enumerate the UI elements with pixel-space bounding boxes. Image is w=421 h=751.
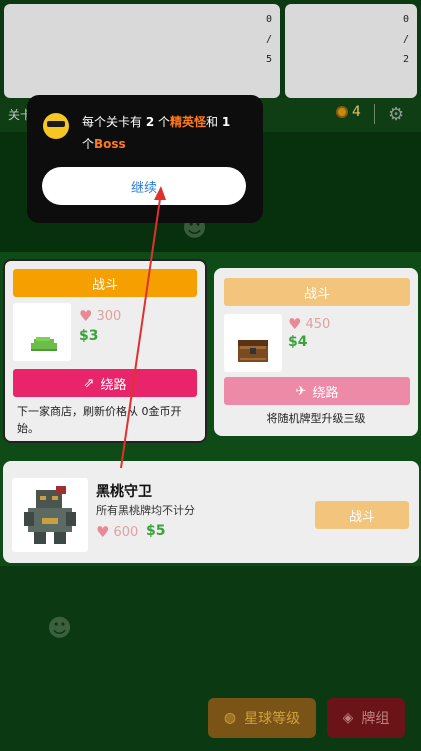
detour-button[interactable]: ⇗ 绕路 — [13, 369, 197, 397]
event-card-shop: 战斗 ♥ 300 $3 ⇗ 绕路 下一家商店，刷新价格从 0金币开始。 — [3, 259, 207, 443]
tutorial-message: 每个关卡有 2 个精英怪和 1 个Boss — [82, 115, 231, 151]
detour-label: 绕路 — [100, 377, 127, 393]
coin-counter: 4 — [336, 104, 361, 120]
gear-icon[interactable]: ⚙ — [388, 104, 404, 125]
enemy-thumbnail — [13, 303, 71, 361]
treasure-chest-icon — [238, 340, 268, 362]
trend-icon: ⇗ — [83, 375, 95, 391]
preview-fraction: 0 / 5 — [265, 14, 272, 65]
planet-level-label: 星球等级 — [244, 711, 301, 727]
fight-button[interactable]: 战斗 — [224, 278, 410, 306]
boss-description: 所有黑桃牌均不计分 — [96, 504, 195, 517]
preview-fraction: 0 / 2 — [402, 14, 409, 65]
hp-value: 600 — [113, 524, 139, 540]
hp-value: 300 — [96, 308, 122, 324]
coin-count: 4 — [352, 104, 361, 120]
hp-value: 450 — [305, 316, 331, 332]
detour-button[interactable]: ✈ 绕路 — [224, 377, 410, 405]
reward-value: $3 — [79, 328, 99, 344]
cool-face-emoji — [43, 113, 69, 139]
plane-icon: ✈ — [295, 383, 307, 399]
heart-icon: ♥ — [288, 315, 302, 333]
boss-name: 黑桃守卫 — [96, 484, 152, 500]
spade-guard-icon — [24, 486, 76, 544]
hp-display: ♥ 450 — [288, 315, 330, 333]
boss-card: 黑桃守卫 所有黑桃牌均不计分 ♥ 600 $5 战斗 — [3, 461, 419, 563]
continue-button[interactable]: 继续 — [42, 167, 246, 205]
heart-icon: ♥ — [96, 523, 110, 541]
preview-card-2: 0 / 2 — [285, 4, 417, 98]
hp-display: ♥ 600 — [96, 523, 138, 541]
skull-icon: ☻ — [47, 614, 73, 642]
detour-label: 绕路 — [312, 385, 339, 401]
boss-fight-button[interactable]: 战斗 — [315, 501, 409, 529]
slime-icon — [31, 337, 57, 351]
deck-button[interactable]: ◈ 牌组 — [327, 698, 405, 738]
tutorial-popup: 每个关卡有 2 个精英怪和 1 个Boss 继续 — [27, 95, 263, 223]
reward-value: $5 — [146, 523, 166, 539]
coin-icon — [336, 106, 348, 118]
divider — [374, 104, 375, 124]
planet-level-button[interactable]: ◍ 星球等级 — [208, 698, 316, 738]
card-description: 将随机牌型升级三级 — [266, 412, 366, 425]
heart-icon: ♥ — [79, 307, 93, 325]
layers-icon: ◈ — [342, 710, 354, 726]
preview-card-1: 0 / 5 — [4, 4, 280, 98]
enemy-thumbnail — [224, 314, 282, 372]
hp-display: ♥ 300 — [79, 307, 121, 325]
reward-value: $4 — [288, 334, 308, 350]
fight-button[interactable]: 战斗 — [13, 269, 197, 297]
card-description: 下一家商店，刷新价格从 0金币开始。 — [17, 405, 182, 435]
boss-thumbnail — [12, 478, 88, 552]
event-card-upgrade: 战斗 ♥ 450 $4 ✈ 绕路 将随机牌型升级三级 — [214, 268, 418, 436]
globe-icon: ◍ — [223, 710, 237, 726]
deck-label: 牌组 — [361, 711, 390, 727]
